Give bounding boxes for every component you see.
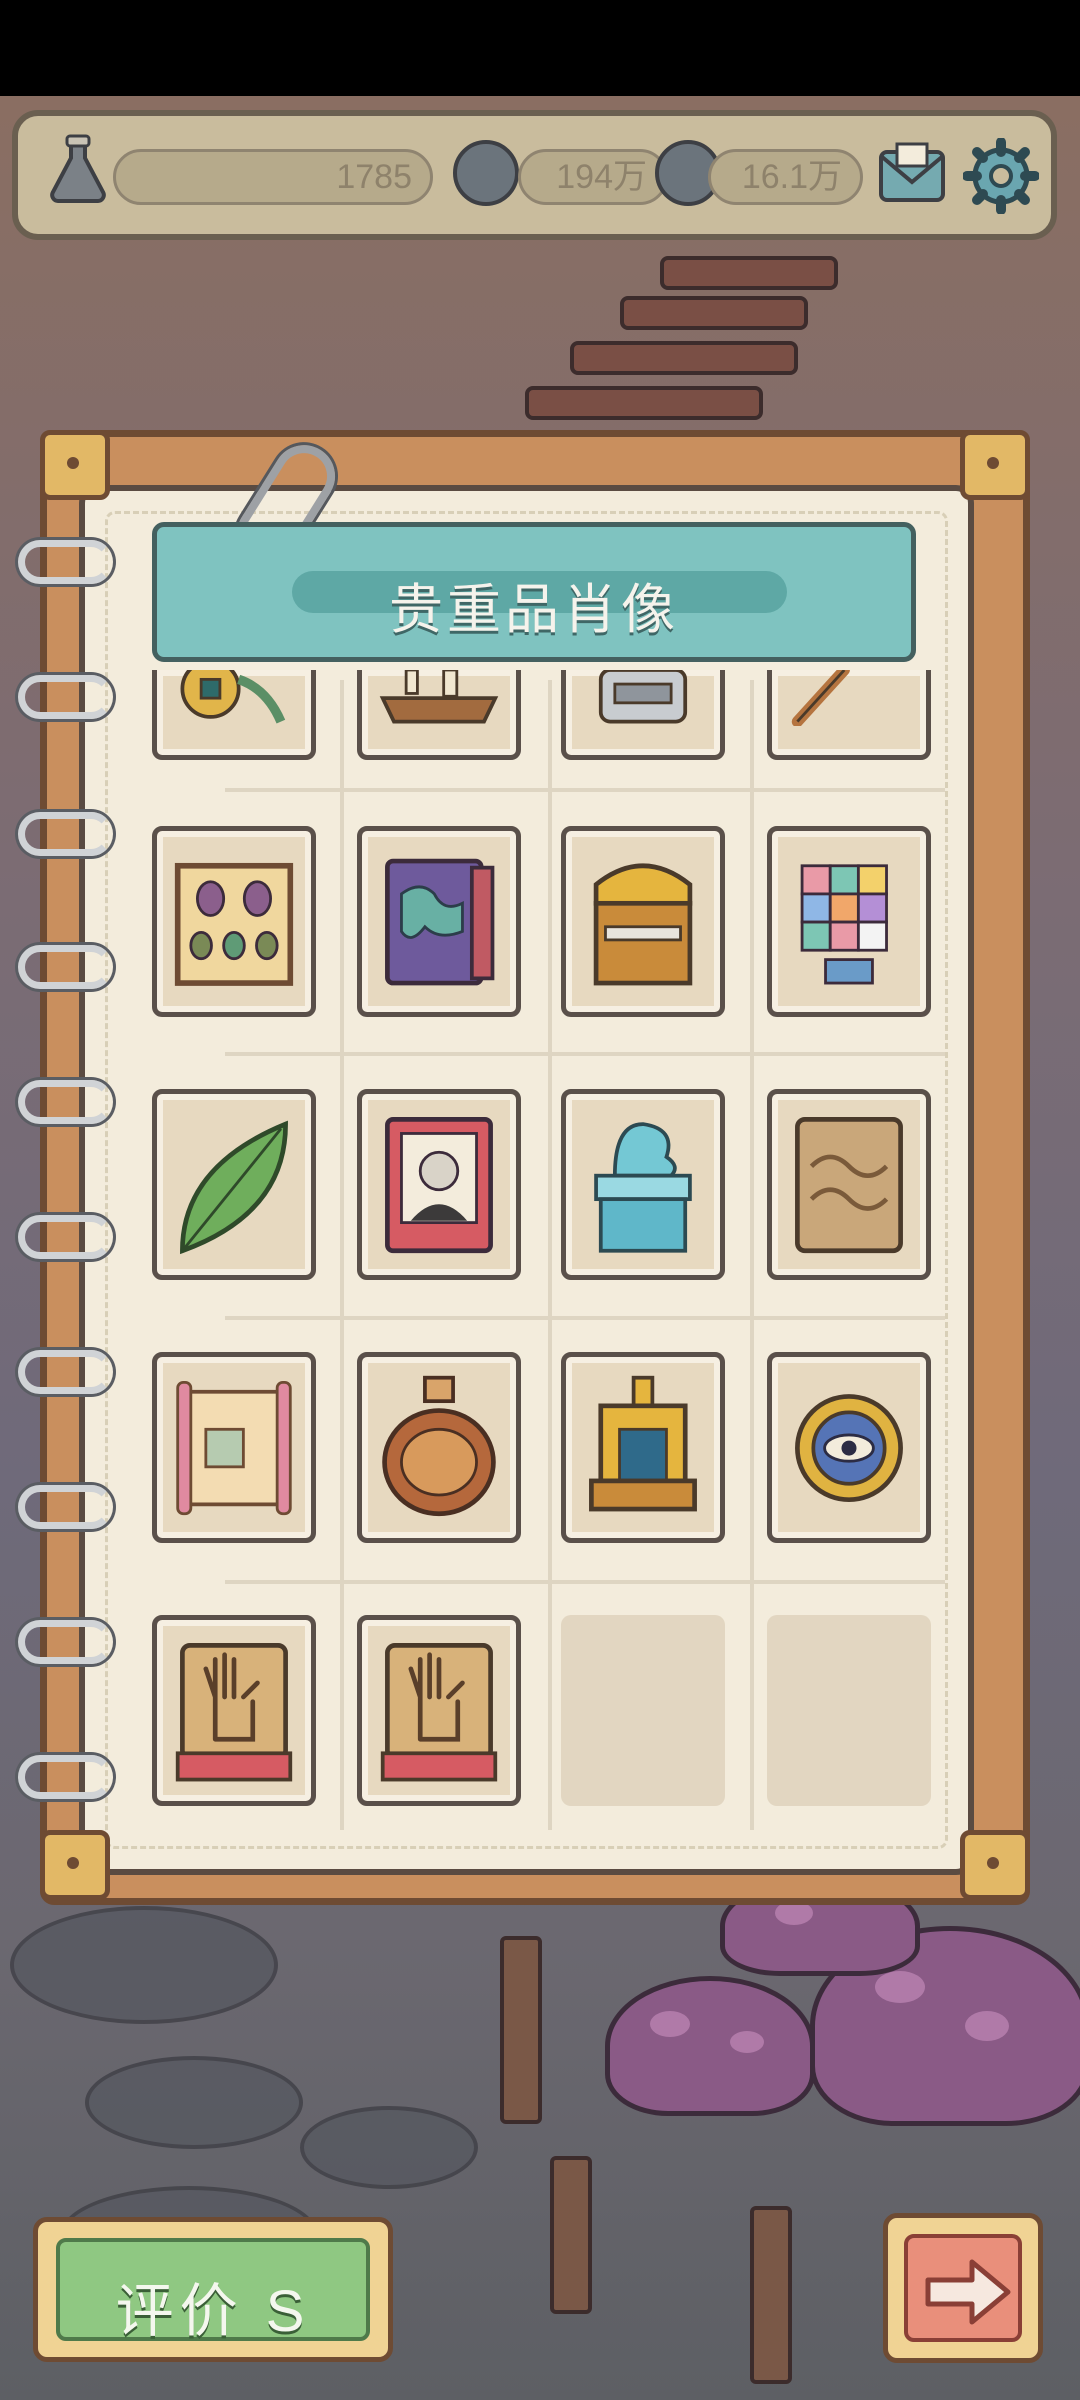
item-slot-world-map-book[interactable] bbox=[357, 826, 521, 1017]
item-slot-portrait-book[interactable] bbox=[357, 1089, 521, 1280]
item-slot-color-cube-puzzle[interactable] bbox=[767, 826, 931, 1017]
binder-ring bbox=[18, 1755, 113, 1799]
item-slot-pottery-vase[interactable] bbox=[357, 1352, 521, 1543]
beetle-specimen-icon bbox=[174, 862, 294, 986]
bottle-counter: 1785 bbox=[113, 149, 433, 205]
notebook-title-band: 贵重品肖像 bbox=[152, 522, 916, 662]
item-slot-jade-dragon-seal[interactable] bbox=[561, 1089, 725, 1280]
binder-ring bbox=[18, 1485, 113, 1529]
next-button[interactable] bbox=[883, 2213, 1043, 2363]
binder-ring bbox=[18, 1080, 113, 1124]
speech-bubble-icon bbox=[453, 140, 519, 206]
item-slot-beetle-specimen-frame[interactable] bbox=[152, 826, 316, 1017]
notebook-title: 贵重品肖像 bbox=[389, 580, 679, 640]
item-slot-sailing-ship[interactable] bbox=[357, 670, 521, 760]
bubble-count: 194万 bbox=[556, 158, 647, 196]
rating-button[interactable]: 评价 S bbox=[33, 2217, 393, 2362]
binder-ring bbox=[18, 812, 113, 856]
corner-bracket bbox=[40, 430, 110, 500]
jade-dragon-seal-icon bbox=[594, 1122, 692, 1253]
bubble-counter: 194万 bbox=[518, 149, 668, 205]
chat-counter: 16.1万 bbox=[708, 149, 863, 205]
item-slot-green-leaf[interactable] bbox=[152, 1089, 316, 1280]
resource-bar: 1785 194万 16.1万 bbox=[12, 110, 1057, 240]
handprint-tablet-icon bbox=[175, 1643, 293, 1782]
ancient-scroll-icon bbox=[176, 1380, 292, 1516]
golden-shrine-icon bbox=[589, 1375, 697, 1512]
item-slot-handprint-tablet[interactable] bbox=[357, 1615, 521, 1806]
portrait-book-icon bbox=[385, 1117, 493, 1254]
bottle-count: 1785 bbox=[336, 158, 412, 196]
item-slot-empty bbox=[561, 1615, 725, 1806]
coin-relic-icon bbox=[180, 670, 286, 724]
green-leaf-icon bbox=[180, 1120, 288, 1255]
binder-ring bbox=[18, 540, 113, 584]
binder-ring bbox=[18, 1215, 113, 1259]
eye-amulet-icon bbox=[795, 1394, 903, 1503]
item-slot-wooden-tool[interactable] bbox=[767, 670, 931, 760]
mail-icon[interactable] bbox=[875, 138, 949, 212]
stone-carving-tablet-icon bbox=[795, 1117, 903, 1254]
item-slot-golden-shrine[interactable] bbox=[561, 1352, 725, 1543]
corner-bracket bbox=[960, 430, 1030, 500]
handprint-tablet-icon bbox=[380, 1643, 498, 1782]
golden-treasure-chest-icon bbox=[593, 863, 693, 986]
item-slot-empty bbox=[767, 1615, 931, 1806]
item-slot-eye-amulet[interactable] bbox=[767, 1352, 931, 1543]
item-slot-coin-relic[interactable] bbox=[152, 670, 316, 760]
bottle-icon bbox=[50, 134, 106, 203]
corner-bracket bbox=[960, 1830, 1030, 1900]
item-slot-stone-statue[interactable] bbox=[561, 670, 725, 760]
binder-ring bbox=[18, 675, 113, 719]
rating-label: 评价 S bbox=[115, 2279, 311, 2344]
color-cube-puzzle-icon bbox=[800, 864, 888, 985]
world-map-book-icon bbox=[385, 858, 495, 986]
corner-bracket bbox=[40, 1830, 110, 1900]
gear-icon[interactable] bbox=[963, 138, 1039, 214]
binder-ring bbox=[18, 945, 113, 989]
sailing-ship-icon bbox=[379, 670, 499, 724]
binder-ring bbox=[18, 1350, 113, 1394]
pottery-vase-icon bbox=[382, 1375, 496, 1517]
item-slot-stone-carving-tablet[interactable] bbox=[767, 1089, 931, 1280]
item-slot-golden-treasure-chest[interactable] bbox=[561, 826, 725, 1017]
wooden-tool-icon bbox=[791, 670, 850, 727]
arrow-right-icon bbox=[925, 2259, 1011, 2325]
item-slot-handprint-tablet[interactable] bbox=[152, 1615, 316, 1806]
chat-count: 16.1万 bbox=[741, 158, 842, 196]
stone-statue-icon bbox=[598, 670, 688, 724]
binder-ring bbox=[18, 1620, 113, 1664]
item-slot-ancient-scroll[interactable] bbox=[152, 1352, 316, 1543]
status-bar bbox=[0, 0, 1080, 96]
